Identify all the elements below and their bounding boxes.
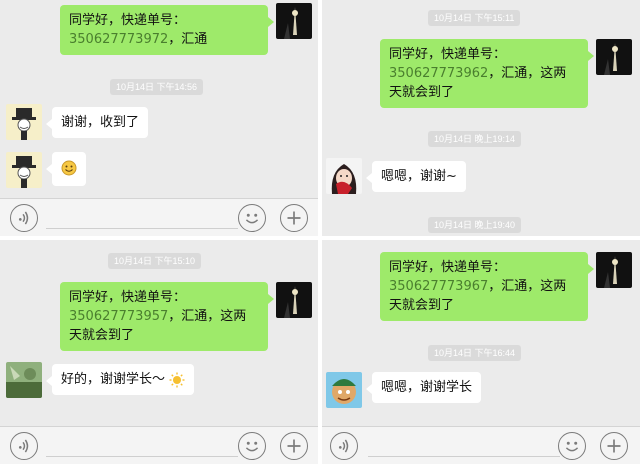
message-text: ，汇通，这两 — [168, 309, 247, 324]
message-input[interactable] — [46, 228, 238, 229]
tracking-number[interactable]: 350627773957 — [69, 309, 168, 324]
message-text: 嗯嗯，谢谢学长 — [381, 380, 473, 395]
sender-avatar-image — [276, 282, 312, 318]
message-line: 同学好，快递单号： — [389, 47, 507, 62]
message-line: 350627773962，汇通，这两 — [389, 64, 579, 83]
timestamp: 10月14日 下午16:44 — [428, 345, 522, 361]
more-button[interactable] — [600, 432, 628, 460]
plus-icon — [287, 211, 301, 225]
chat-input-bar — [0, 426, 318, 464]
sender-avatar[interactable] — [596, 252, 632, 288]
message-input[interactable] — [368, 456, 560, 457]
sun-emoji-icon — [169, 372, 185, 387]
contact-avatar-image — [326, 158, 362, 194]
contact-avatar-image — [6, 362, 42, 398]
outgoing-message[interactable]: 同学好，快递单号： 350627773957，汇通，这两 天就会到了 — [60, 282, 274, 351]
message-line: 同学好，快递单号： — [69, 290, 187, 305]
incoming-message[interactable] — [46, 152, 86, 186]
message-line: 350627773972，汇通 — [69, 30, 259, 49]
incoming-message[interactable]: 谢谢，收到了 — [45, 107, 149, 138]
message-text: ，汇通，这两 — [488, 66, 567, 81]
chat-input-bar — [322, 426, 640, 464]
chat-panel-1: 同学好，快递单号： 350627773972，汇通 10月14日 下午14:56… — [0, 0, 318, 236]
voice-icon — [18, 439, 29, 453]
smile-emoji-icon — [61, 160, 77, 175]
sender-avatar[interactable] — [276, 282, 312, 318]
more-button[interactable] — [280, 204, 308, 232]
timestamp: 10月14日 下午15:11 — [428, 10, 521, 26]
emoji-button[interactable] — [238, 204, 266, 232]
contact-avatar[interactable] — [326, 372, 362, 408]
sender-avatar[interactable] — [276, 3, 312, 39]
message-line: 350627773967，汇通，这两 — [389, 277, 579, 296]
plus-icon — [607, 439, 621, 453]
contact-avatar-image — [326, 372, 362, 408]
contact-avatar-image — [6, 104, 42, 140]
plus-icon — [287, 439, 301, 453]
contact-avatar[interactable] — [326, 158, 362, 194]
message-line: 天就会到了 — [389, 85, 455, 100]
message-line: 同学好，快递单号： — [69, 13, 187, 28]
outgoing-message[interactable]: 同学好，快递单号： 350627773962，汇通，这两 天就会到了 — [380, 39, 594, 108]
tracking-number[interactable]: 350627773967 — [389, 279, 488, 294]
timestamp: 10月14日 晚上19:14 — [428, 131, 522, 147]
emoji-icon — [245, 213, 259, 224]
voice-icon — [18, 211, 29, 225]
contact-avatar[interactable] — [6, 152, 42, 188]
emoji-icon — [565, 441, 579, 452]
timestamp: 10月14日 下午14:56 — [110, 79, 204, 95]
message-text: ，汇通 — [168, 32, 208, 47]
timestamp: 10月14日 晚上19:40 — [428, 217, 522, 233]
sender-avatar-image — [596, 39, 632, 75]
outgoing-message[interactable]: 同学好，快递单号： 350627773972，汇通 — [60, 5, 274, 55]
chat-panel-2: 10月14日 下午15:11 同学好，快递单号： 350627773962，汇通… — [322, 0, 640, 236]
tracking-number[interactable]: 350627773972 — [69, 32, 168, 47]
voice-button[interactable] — [10, 204, 38, 232]
voice-icon — [338, 439, 349, 453]
chat-input-bar — [0, 198, 318, 236]
message-text: ，汇通，这两 — [488, 279, 567, 294]
incoming-message[interactable]: 嗯嗯，谢谢学长 — [365, 372, 482, 403]
message-text: 好的，谢谢学长～ — [61, 372, 166, 387]
message-line: 同学好，快递单号： — [389, 260, 507, 275]
outgoing-message[interactable]: 同学好，快递单号： 350627773967，汇通，这两 天就会到了 — [380, 252, 594, 321]
sender-avatar[interactable] — [596, 39, 632, 75]
emoji-button[interactable] — [558, 432, 586, 460]
sender-avatar-image — [276, 3, 312, 39]
message-line: 350627773957，汇通，这两 — [69, 307, 259, 326]
timestamp: 10月14日 下午15:10 — [108, 253, 202, 269]
tracking-number[interactable]: 350627773962 — [389, 66, 488, 81]
incoming-message[interactable]: 好的，谢谢学长～ — [45, 364, 195, 395]
voice-button[interactable] — [330, 432, 358, 460]
incoming-message[interactable]: 嗯嗯，谢谢~ — [366, 161, 466, 192]
message-line: 天就会到了 — [69, 328, 135, 343]
contact-avatar-image — [6, 152, 42, 188]
chat-panel-3: 10月14日 下午15:10 同学好，快递单号： 350627773957，汇通… — [0, 240, 318, 464]
sender-avatar-image — [596, 252, 632, 288]
chat-panel-4: 同学好，快递单号： 350627773967，汇通，这两 天就会到了 10月14… — [322, 240, 640, 464]
voice-button[interactable] — [10, 432, 38, 460]
message-line: 天就会到了 — [389, 298, 455, 313]
message-text: 谢谢，收到了 — [61, 115, 140, 130]
emoji-icon — [245, 441, 259, 452]
contact-avatar[interactable] — [6, 362, 42, 398]
more-button[interactable] — [280, 432, 308, 460]
contact-avatar[interactable] — [6, 104, 42, 140]
emoji-button[interactable] — [238, 432, 266, 460]
message-input[interactable] — [46, 456, 238, 457]
message-text: 嗯嗯，谢谢~ — [381, 169, 457, 184]
